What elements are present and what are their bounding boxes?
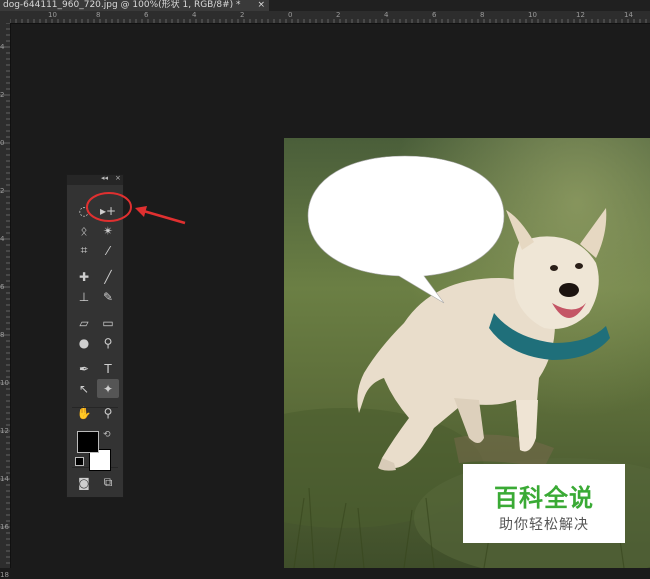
path-selection-icon[interactable]: ↖ bbox=[73, 379, 95, 398]
ruler-left-label: 14 bbox=[0, 475, 9, 483]
ruler-left-label: 18 bbox=[0, 571, 9, 579]
gradient-icon[interactable]: ▭ bbox=[97, 313, 119, 332]
ruler-left-label: 6 bbox=[0, 283, 5, 291]
pointer-arrow-head bbox=[135, 206, 147, 217]
ruler-left-label: 16 bbox=[0, 523, 9, 531]
vertical-ruler[interactable]: 4 2 0 2 4 6 8 10 12 14 16 18 bbox=[0, 23, 11, 579]
healing-brush-icon[interactable]: ✚ bbox=[73, 267, 95, 286]
tools-divider bbox=[72, 407, 118, 408]
dodge-icon[interactable]: ⚲ bbox=[97, 333, 119, 352]
collapse-panel-icon[interactable]: ◂◂ bbox=[101, 174, 108, 182]
ruler-top-label: 8 bbox=[480, 11, 485, 19]
ruler-top-label: 2 bbox=[336, 11, 341, 19]
ruler-top-label: 4 bbox=[384, 11, 389, 19]
default-colors-icon[interactable] bbox=[75, 457, 84, 466]
ruler-top-label: 6 bbox=[144, 11, 149, 19]
highlight-circle bbox=[86, 192, 132, 222]
eraser-icon[interactable]: ▱ bbox=[73, 313, 95, 332]
watermark-title: 百科全说 bbox=[494, 484, 594, 512]
ruler-top-label: 6 bbox=[432, 11, 437, 19]
ruler-top-label: 10 bbox=[48, 11, 57, 19]
blur-icon[interactable]: ● bbox=[73, 333, 95, 352]
close-panel-icon[interactable]: × bbox=[115, 174, 121, 182]
ruler-corner[interactable] bbox=[0, 11, 10, 23]
swap-colors-icon[interactable]: ⟲ bbox=[103, 430, 111, 440]
tools-panel-header[interactable]: ◂◂ × bbox=[67, 174, 123, 185]
ruler-top-label: 14 bbox=[624, 11, 633, 19]
clone-stamp-icon[interactable]: ⊥ bbox=[73, 287, 95, 306]
ruler-left-label: 0 bbox=[0, 139, 5, 147]
close-tab-icon[interactable]: × bbox=[257, 0, 265, 11]
ruler-top-label: 0 bbox=[288, 11, 293, 19]
brush-icon[interactable]: ╱ bbox=[97, 267, 119, 286]
type-icon[interactable]: T bbox=[97, 359, 119, 378]
crop-icon[interactable]: ⌗ bbox=[73, 241, 95, 260]
document-tab-title: dog-644111_960_720.jpg @ 100%(形状 1, RGB/… bbox=[3, 0, 241, 10]
ruler-left-label: 12 bbox=[0, 427, 9, 435]
pointer-arrow-line bbox=[139, 208, 186, 225]
quick-mask-icon[interactable]: ◙ bbox=[73, 473, 95, 492]
ruler-top-label: 8 bbox=[96, 11, 101, 19]
pen-icon[interactable]: ✒ bbox=[73, 359, 95, 378]
history-brush-icon[interactable]: ✎ bbox=[97, 287, 119, 306]
ruler-top-label: 4 bbox=[192, 11, 197, 19]
ruler-left-label: 4 bbox=[0, 43, 5, 51]
annotation-overlay bbox=[86, 192, 186, 225]
watermark-logo: 百科全说 助你轻松解决 bbox=[463, 464, 625, 543]
ruler-top-label: 2 bbox=[240, 11, 245, 19]
eyedropper-icon[interactable]: ⁄ bbox=[97, 241, 119, 260]
watermark-subtitle: 助你轻松解决 bbox=[499, 517, 589, 533]
zoom-icon[interactable]: ⚲ bbox=[97, 403, 119, 422]
custom-shape-icon[interactable]: ✦ bbox=[97, 379, 119, 398]
ruler-left-label: 2 bbox=[0, 187, 5, 195]
screen-mode-icon[interactable]: ⧉ bbox=[97, 473, 119, 492]
foreground-color-swatch[interactable] bbox=[77, 431, 99, 453]
document-tab[interactable]: dog-644111_960_720.jpg @ 100%(形状 1, RGB/… bbox=[0, 0, 269, 11]
hand-icon[interactable]: ✋ bbox=[73, 403, 95, 422]
ruler-left-label: 10 bbox=[0, 379, 9, 387]
horizontal-ruler[interactable]: 10 8 6 4 2 0 2 4 6 8 10 12 14 bbox=[10, 11, 650, 24]
ruler-top-label: 10 bbox=[528, 11, 537, 19]
ruler-left-label: 8 bbox=[0, 331, 5, 339]
tab-bar-empty bbox=[269, 0, 650, 11]
ruler-left-label: 4 bbox=[0, 235, 5, 243]
ruler-top-label: 12 bbox=[576, 11, 585, 19]
ruler-left-label: 2 bbox=[0, 91, 5, 99]
